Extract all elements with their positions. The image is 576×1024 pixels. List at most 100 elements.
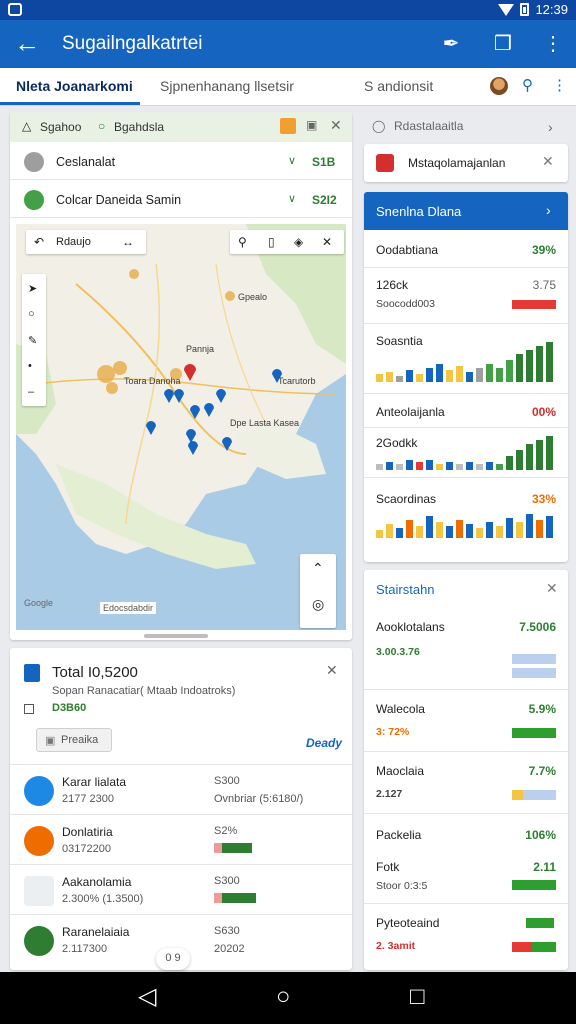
sparkline-bars (376, 508, 556, 538)
map-city-label: Pannja (186, 344, 215, 354)
map-toolbar: ↶ Rdaujo ↔ (26, 230, 146, 254)
list-item[interactable]: Aakanolamia 2.300% (1.3500) S300 (10, 864, 352, 914)
stat-sub: Soocodd003 (376, 298, 435, 310)
checkbox-icon[interactable] (24, 704, 34, 714)
tab-second[interactable]: Sjpnenhanang llsetsir (160, 78, 294, 94)
row-name: Ceslanalat (56, 155, 116, 169)
header-left-label[interactable]: Sgahoo (40, 120, 81, 134)
page-indicator-pill[interactable]: 0 9 (156, 948, 190, 970)
chevron-down-icon[interactable]: ∨ (288, 192, 296, 205)
minus-icon[interactable]: – (28, 386, 34, 398)
green-bar (512, 880, 556, 890)
stat-label: Walecola (376, 702, 425, 716)
stat-percent: 7.7% (528, 764, 556, 778)
red-bar (512, 300, 556, 309)
stats-header: Snenlna Dlana › (364, 192, 568, 230)
map-city-label: Tcarutorb (278, 376, 316, 386)
badge-icon (24, 926, 54, 956)
compass-icon[interactable]: ➤ (28, 282, 37, 295)
stat-row[interactable]: Packelia 106% Fotk 2.11 Stoor 0:3:5 (364, 814, 568, 904)
stat-row[interactable]: Walecola 5.9% 3: 72% (364, 690, 568, 752)
item-name: Raranelaiaia (62, 925, 130, 939)
more-vert-icon[interactable]: ⋮ (552, 76, 567, 94)
stat-row[interactable]: Oodabtiana 39% (364, 230, 568, 268)
chevron-down-icon[interactable]: ∨ (288, 154, 296, 167)
back-arrow-icon[interactable]: ← (14, 28, 40, 58)
share-icon[interactable]: ❒ (490, 32, 516, 56)
my-location-icon[interactable]: ◎ (312, 596, 324, 613)
avatar[interactable] (490, 77, 508, 95)
list-item[interactable]: Karar lialata 2177 2300 S300 Ovnbriar (5… (10, 764, 352, 814)
stat-percent: 106% (525, 828, 556, 842)
ruler-icon[interactable]: ↔ (122, 235, 134, 249)
stat-row[interactable]: 126ck Soocodd003 3.75 (364, 268, 568, 324)
close-icon[interactable]: ✕ (326, 662, 338, 679)
header-mid-label[interactable]: Bgahdsla (114, 120, 164, 134)
ready-link[interactable]: Deady (306, 736, 342, 750)
chevron-right-icon[interactable]: › (546, 202, 551, 218)
dot-icon[interactable]: • (28, 360, 32, 372)
orange-badge-icon[interactable] (280, 118, 296, 134)
tab-indicator (0, 102, 140, 105)
more-vert-icon[interactable]: ⋮ (540, 32, 566, 56)
stat-row[interactable]: Maoclaia 7.7% 2.127 (364, 752, 568, 814)
battery-icon (520, 3, 530, 16)
pen-icon[interactable]: ✒ (438, 32, 464, 56)
mixed-bar (512, 942, 556, 952)
stat-row[interactable]: Soasntia (364, 324, 568, 394)
item-name: Aakanolamia (62, 875, 132, 889)
map-row[interactable]: Ceslanalat ∨ S1B (10, 144, 352, 180)
total-panel: Total I0,5200 Sopan Ranacatiar( Mtaab In… (10, 648, 352, 970)
stat-row[interactable]: Pyteoteaind 2. 3amit (364, 904, 568, 966)
notification-text: Mstaqolamajanlan (408, 156, 506, 170)
search-icon[interactable]: ⚲ (522, 76, 533, 94)
list-item[interactable]: Donlatiria 03172200 S2% (10, 814, 352, 864)
back-triangle-icon[interactable]: ◁ (138, 984, 156, 1010)
stat-row[interactable]: Aooklotalans 7.5006 3.00.3.76 (364, 608, 568, 690)
home-circle-icon[interactable]: ○ (276, 984, 291, 1010)
close-icon[interactable]: ✕ (542, 153, 554, 170)
layers-icon[interactable]: ◈ (294, 235, 303, 249)
sparkline-bars (376, 338, 556, 382)
stat-row[interactable]: Scaordinas 33% (364, 478, 568, 548)
preview-button[interactable]: ▣ Preaika (36, 728, 112, 752)
lock-icon[interactable]: ▣ (306, 118, 317, 132)
pin-outline-icon[interactable]: ○ (28, 308, 35, 320)
draw-icon[interactable]: ✎ (28, 334, 37, 347)
chevron-up-icon[interactable]: ⌃ (312, 560, 324, 577)
stat-percent: 2.11 (533, 860, 556, 874)
bookmark-icon[interactable]: ▯ (268, 235, 275, 249)
tab-third[interactable]: S andionsit (364, 78, 433, 94)
item-sub: 2.117300 (62, 943, 108, 955)
search-icon[interactable]: ⚲ (238, 235, 247, 249)
item-sub: 2177 2300 (62, 793, 114, 805)
chevron-right-icon[interactable]: › (548, 119, 553, 135)
strip-title: Rdastalaaitla (394, 119, 464, 133)
map-side-tools: ➤ ○ ✎ • – (22, 274, 46, 406)
close-icon[interactable]: ✕ (546, 580, 558, 597)
item-value: S300 (214, 875, 240, 887)
green-bar (526, 918, 554, 928)
plane-icon (24, 776, 54, 806)
close-icon[interactable]: ✕ (330, 117, 342, 134)
stat-row[interactable]: 2Godkk (364, 428, 568, 478)
recents-square-icon[interactable]: □ (410, 984, 425, 1010)
drag-handle[interactable] (144, 634, 208, 638)
undo-icon[interactable]: ↶ (34, 235, 44, 249)
close-icon[interactable]: ✕ (322, 235, 332, 249)
stat-label: Pyteoteaind (376, 916, 440, 930)
navigate-icon[interactable]: △ (22, 119, 31, 133)
map-view[interactable]: Gpealo Pannja Toara Danoha Tcarutorb Dpe… (16, 224, 346, 630)
blue-bar (512, 668, 556, 678)
tab-overview[interactable]: Nleta Joanarkomi (16, 78, 133, 94)
stat-row[interactable]: Anteolaijanla 00% (364, 394, 568, 428)
stat-label: Maoclaia (376, 764, 425, 778)
stat-percent: 3.75 (532, 278, 556, 292)
row-status-icon (24, 190, 44, 210)
map-zoom-controls: ⌃ ◎ (300, 554, 336, 628)
map-toolbar-label[interactable]: Rdaujo (56, 236, 91, 248)
map-row[interactable]: Colcar Daneida Samin ∨ S2I2 (10, 182, 352, 218)
map-credit: Google (24, 598, 54, 608)
row-status-icon (24, 152, 44, 172)
notification-card[interactable]: Mstaqolamajanlan ✕ (364, 144, 568, 182)
